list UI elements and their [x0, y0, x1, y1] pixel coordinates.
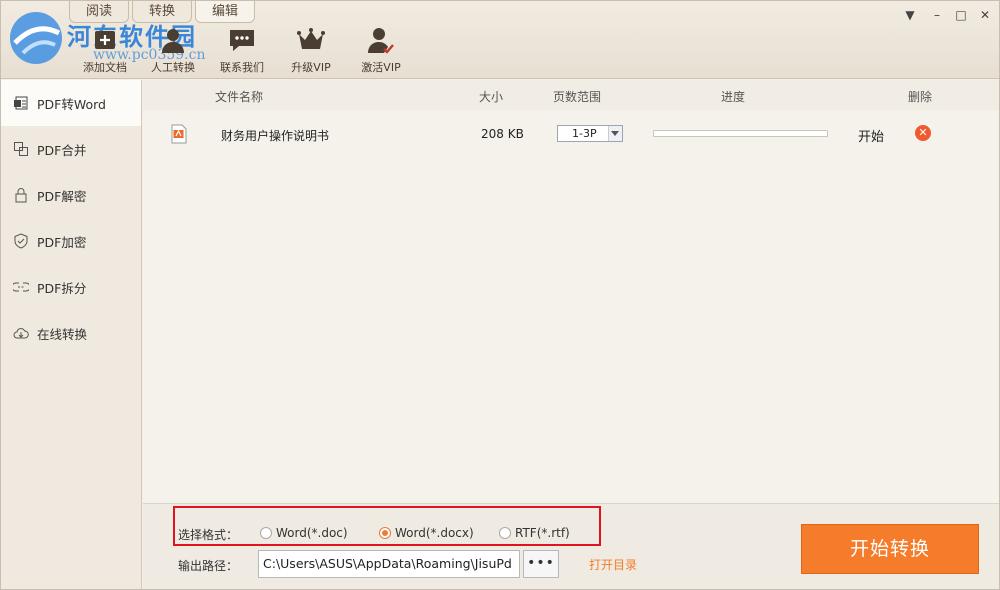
sidebar-item-online-convert[interactable]: 在线转换: [1, 310, 141, 356]
sidebar-item-pdf-encrypt[interactable]: PDF加密: [1, 218, 141, 264]
cloud-icon: [13, 328, 29, 339]
column-header-progress: 进度: [721, 90, 746, 104]
upgrade-vip-button[interactable]: 升级VIP: [277, 25, 345, 75]
manual-convert-button[interactable]: 人工转换: [139, 25, 207, 75]
column-header-delete: 删除: [908, 90, 933, 104]
format-option-label: Word(*.docx): [395, 526, 474, 540]
maximize-button[interactable]: □: [954, 8, 968, 22]
contact-us-button[interactable]: 联系我们: [208, 25, 276, 75]
start-button[interactable]: 开始: [858, 126, 884, 145]
format-option-doc[interactable]: Word(*.doc): [260, 526, 348, 540]
format-option-label: Word(*.doc): [276, 526, 348, 540]
top-bar: 河东软件园 www.pc0359.cn 阅读 转换 编辑 添加文档 人工转换 联…: [1, 1, 999, 79]
sidebar-item-label: PDF转Word: [37, 96, 106, 112]
sidebar-item-label: PDF合并: [37, 142, 87, 158]
add-document-label: 添加文档: [83, 61, 127, 74]
sidebar-item-label: PDF加密: [37, 234, 87, 250]
delete-icon[interactable]: ✕: [915, 125, 931, 141]
output-path-input[interactable]: C:\Users\ASUS\AppData\Roaming\JisuPd: [258, 550, 520, 578]
menu-dropdown-button[interactable]: ▼: [903, 8, 917, 22]
page-range-value: 1-3P: [572, 127, 597, 140]
sidebar-item-label: 在线转换: [37, 326, 88, 342]
output-path-label: 输出路径：: [178, 559, 239, 573]
sidebar-item-pdf-decrypt[interactable]: PDF解密: [1, 172, 141, 218]
add-document-icon: [95, 31, 115, 49]
upgrade-vip-label: 升级VIP: [291, 61, 331, 74]
split-icon: [13, 282, 29, 292]
format-option-rtf[interactable]: RTF(*.rtf): [499, 526, 570, 540]
browse-button[interactable]: •••: [523, 550, 559, 578]
progress-bar: [653, 130, 828, 137]
tab-read[interactable]: 阅读: [69, 1, 129, 23]
activate-vip-label: 激活VIP: [361, 61, 401, 74]
activate-vip-button[interactable]: 激活VIP: [347, 25, 415, 75]
radio-icon: [260, 527, 272, 539]
chevron-down-icon: [611, 131, 619, 136]
radio-icon: [499, 527, 511, 539]
open-directory-link[interactable]: 打开目录: [589, 556, 637, 573]
options-panel: 选择格式： Word(*.doc) Word(*.docx) RTF(*.rtf…: [143, 503, 999, 589]
unlock-icon: [15, 188, 27, 203]
radio-selected-icon: [379, 527, 391, 539]
column-header-size: 大小: [479, 90, 504, 104]
shield-icon: [14, 233, 28, 249]
sidebar-item-pdf-split[interactable]: PDF拆分: [1, 264, 141, 310]
column-header-name: 文件名称: [215, 90, 264, 104]
close-button[interactable]: ✕: [978, 8, 992, 22]
column-header-pages: 页数范围: [553, 90, 602, 104]
pdf-file-icon: [171, 124, 187, 144]
sidebar-item-pdf-merge[interactable]: PDF合并: [1, 126, 141, 172]
merge-icon: [14, 142, 28, 156]
sidebar: PDF转Word PDF合并 PDF解密 PDF加密 PDF拆分 在线转换: [1, 80, 142, 589]
format-option-docx[interactable]: Word(*.docx): [379, 526, 474, 540]
activate-user-icon: [368, 28, 394, 54]
tab-edit[interactable]: 编辑: [195, 1, 255, 23]
file-name: 财务用户操作说明书: [221, 129, 330, 143]
sidebar-item-label: PDF解密: [37, 188, 87, 204]
chat-icon: [230, 30, 254, 51]
sidebar-item-label: PDF拆分: [37, 280, 87, 296]
crown-icon: [297, 28, 325, 49]
person-icon: [162, 29, 184, 53]
table-header: 文件名称 大小 页数范围 进度 删除: [143, 80, 999, 110]
watermark-logo-icon: [10, 12, 62, 64]
start-convert-button[interactable]: 开始转换: [801, 524, 979, 574]
page-range-select[interactable]: 1-3P: [557, 125, 623, 142]
app-window: 河东软件园 www.pc0359.cn 阅读 转换 编辑 添加文档 人工转换 联…: [0, 0, 1000, 590]
minimize-button[interactable]: –: [930, 8, 944, 22]
table-row[interactable]: 财务用户操作说明书 208 KB 1-3P 开始 ✕: [143, 116, 999, 152]
word-doc-icon: [14, 96, 28, 110]
format-label: 选择格式：: [178, 528, 239, 542]
file-size: 208 KB: [481, 127, 524, 141]
format-option-label: RTF(*.rtf): [515, 526, 570, 540]
manual-convert-label: 人工转换: [151, 61, 195, 74]
tab-convert[interactable]: 转换: [132, 1, 192, 23]
sidebar-item-pdf-to-word[interactable]: PDF转Word: [1, 80, 141, 126]
add-document-button[interactable]: 添加文档: [71, 25, 139, 75]
contact-us-label: 联系我们: [220, 61, 264, 74]
